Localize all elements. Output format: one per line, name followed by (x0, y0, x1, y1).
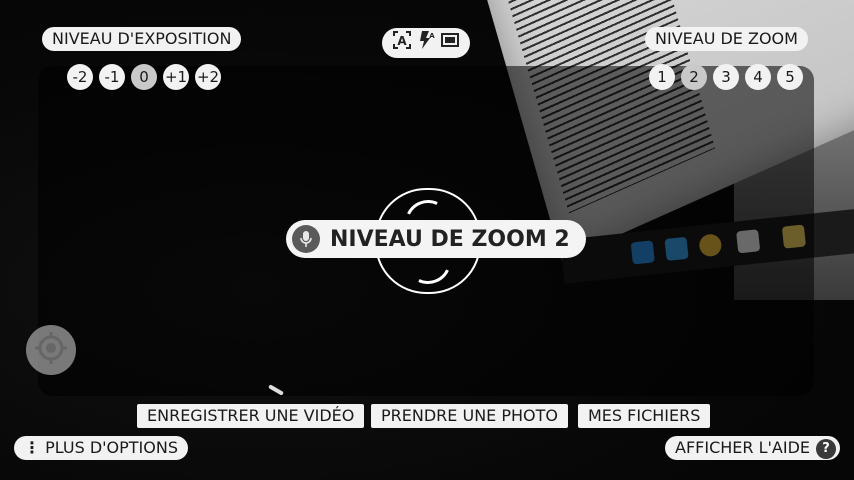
help-icon: ? (816, 438, 836, 459)
zoom-option-4[interactable]: 4 (745, 64, 771, 90)
zoom-level-label: NIVEAU DE ZOOM (645, 27, 808, 51)
zoom-toast: NIVEAU DE ZOOM 2 (286, 220, 586, 258)
more-options-label: PLUS D'OPTIONS (45, 438, 178, 457)
more-options-button[interactable]: ⋮ PLUS D'OPTIONS (14, 436, 188, 460)
auto-text-icon[interactable]: A (392, 30, 412, 57)
camera-modes-group: A A (382, 28, 470, 58)
my-files-button[interactable]: MES FICHIERS (578, 404, 711, 428)
zoom-option-2[interactable]: 2 (681, 64, 707, 90)
focus-target-button[interactable] (26, 325, 76, 375)
exposure-option-plus2[interactable]: +2 (195, 64, 221, 90)
zoom-option-1[interactable]: 1 (649, 64, 675, 90)
svg-text:A: A (397, 34, 407, 48)
zoom-option-5[interactable]: 5 (777, 64, 803, 90)
svg-text:A: A (429, 32, 435, 40)
exposure-option-minus1[interactable]: -1 (99, 64, 125, 90)
crosshair-icon (34, 331, 68, 369)
zoom-option-3[interactable]: 3 (713, 64, 739, 90)
aspect-ratio-icon[interactable] (440, 30, 460, 57)
take-photo-button[interactable]: PRENDRE UNE PHOTO (371, 404, 568, 428)
auto-flash-icon[interactable]: A (416, 30, 436, 57)
exposure-level-label: NIVEAU D'EXPOSITION (42, 27, 242, 51)
exposure-option-minus2[interactable]: -2 (67, 64, 93, 90)
exposure-option-0[interactable]: 0 (131, 64, 157, 90)
toast-text: NIVEAU DE ZOOM 2 (330, 226, 570, 252)
more-vert-icon: ⋮ (24, 438, 40, 457)
record-video-button[interactable]: ENREGISTRER UNE VIDÉO (137, 404, 365, 428)
exposure-option-plus1[interactable]: +1 (163, 64, 189, 90)
microphone-icon (292, 225, 320, 253)
show-help-label: AFFICHER L'AIDE (675, 438, 810, 457)
show-help-button[interactable]: AFFICHER L'AIDE? (665, 436, 840, 460)
